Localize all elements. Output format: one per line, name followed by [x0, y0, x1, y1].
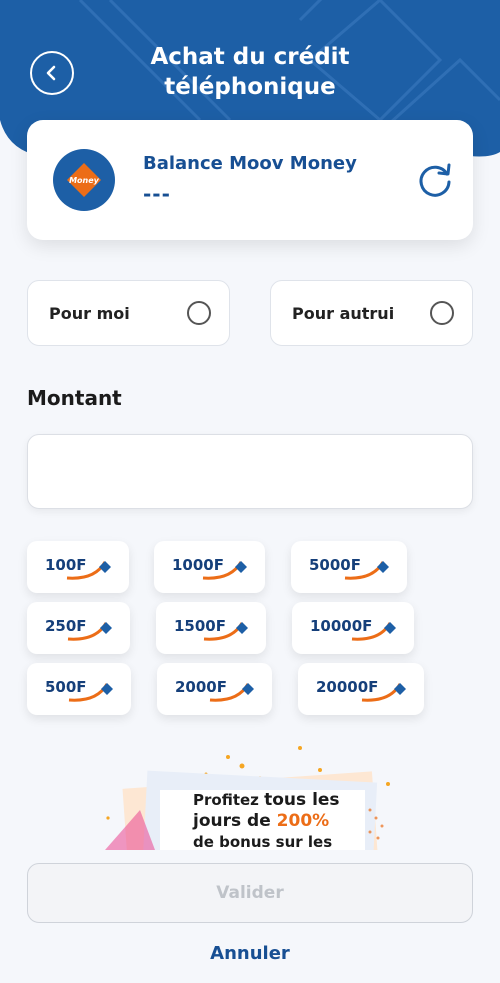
- amount-chip-1000[interactable]: 1000F: [154, 541, 265, 593]
- money-logo-icon: Money: [67, 163, 101, 197]
- radio-unchecked-icon[interactable]: [187, 301, 211, 325]
- chevron-left-icon: [46, 65, 56, 81]
- balance-label: Balance Moov Money: [143, 153, 357, 174]
- validate-button[interactable]: Valider: [27, 863, 473, 923]
- option-label: Pour moi: [49, 304, 130, 323]
- cancel-link[interactable]: Annuler: [0, 943, 500, 964]
- back-button[interactable]: [30, 51, 74, 95]
- promo-text-b: tous les: [264, 790, 340, 810]
- moov-swoosh-icon: [351, 622, 396, 641]
- option-label: Pour autrui: [292, 304, 395, 323]
- moov-swoosh-icon: [203, 622, 248, 641]
- moov-money-logo: Money: [53, 149, 115, 211]
- promo-text-e: de bonus sur les: [193, 833, 333, 850]
- amount-chip-2000[interactable]: 2000F: [157, 663, 272, 715]
- promo-bonus-percent: 200%: [276, 811, 330, 831]
- radio-unchecked-icon[interactable]: [430, 301, 454, 325]
- moov-swoosh-icon: [202, 561, 247, 580]
- promo-banner[interactable]: Profitez tous les jours de 200% de bonus…: [100, 740, 400, 850]
- moov-swoosh-icon: [209, 683, 254, 702]
- amount-title: Montant: [27, 386, 122, 410]
- promo-text-c: jours de: [193, 811, 277, 831]
- amount-chip-10000[interactable]: 10000F: [292, 602, 414, 654]
- page-title: Achat du crédit téléphonique: [100, 42, 400, 102]
- moov-swoosh-icon: [344, 561, 389, 580]
- amount-chip-20000[interactable]: 20000F: [298, 663, 424, 715]
- moov-swoosh-icon: [66, 561, 111, 580]
- amount-chip-500[interactable]: 500F: [27, 663, 131, 715]
- moov-swoosh-icon: [67, 622, 112, 641]
- amount-input[interactable]: [27, 434, 473, 509]
- option-pour-autrui[interactable]: Pour autrui: [270, 280, 473, 346]
- balance-value: ---: [143, 182, 171, 206]
- amount-chip-5000[interactable]: 5000F: [291, 541, 407, 593]
- promo-text: Profitez tous les jours de 200% de bonus…: [193, 790, 373, 850]
- svg-text:Money: Money: [69, 176, 100, 185]
- moov-swoosh-icon: [68, 683, 113, 702]
- moov-swoosh-icon: [361, 683, 406, 702]
- amount-chip-250[interactable]: 250F: [27, 602, 130, 654]
- page-title-line2: téléphonique: [164, 74, 336, 100]
- amount-chip-100[interactable]: 100F: [27, 541, 129, 593]
- balance-card: Money Balance Moov Money ---: [27, 120, 473, 240]
- option-pour-moi[interactable]: Pour moi: [27, 280, 230, 346]
- promo-text-a: Profitez: [193, 791, 265, 809]
- page-title-line1: Achat du crédit: [150, 44, 350, 70]
- refresh-icon[interactable]: [415, 160, 455, 200]
- amount-chip-1500[interactable]: 1500F: [156, 602, 266, 654]
